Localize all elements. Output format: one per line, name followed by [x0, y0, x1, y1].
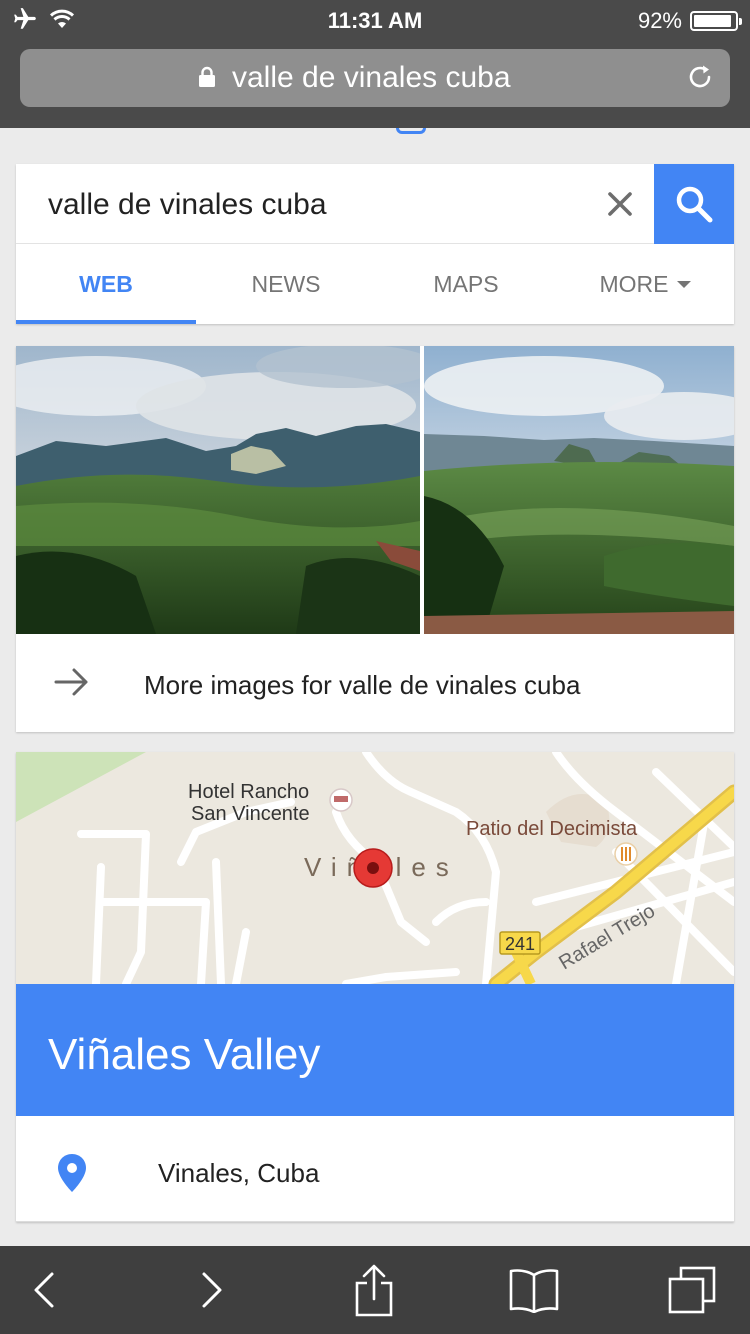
map-hotel-line1: Hotel Rancho: [188, 781, 309, 803]
share-button[interactable]: [334, 1246, 414, 1334]
address-bar[interactable]: valle de vinales cuba: [20, 49, 730, 107]
tabs-icon: [668, 1266, 716, 1314]
close-icon[interactable]: [602, 186, 638, 222]
tab-web-label: WEB: [79, 271, 133, 297]
images-card: More images for valle de vinales cuba: [16, 346, 734, 732]
map-restaurant-label: Patio del Decimista: [466, 818, 638, 840]
valley-image-1[interactable]: [16, 346, 420, 634]
back-button[interactable]: [4, 1246, 84, 1334]
search-card: valle de vinales cuba WEB NEWS MAPS MORE: [16, 164, 734, 324]
forward-button[interactable]: [172, 1246, 252, 1334]
map-hotel-line2: San Vincente: [191, 803, 310, 825]
tabs-button[interactable]: [652, 1246, 732, 1334]
search-box: valle de vinales cuba: [16, 164, 734, 244]
map-preview[interactable]: Hotel Rancho San Vincente Patio del Deci…: [16, 752, 734, 984]
knowledge-panel-header: Viñales Valley: [16, 984, 734, 1116]
tab-news[interactable]: NEWS: [196, 244, 376, 324]
url-text: valle de vinales cuba: [232, 61, 511, 94]
knowledge-panel-title: Viñales Valley: [48, 1030, 321, 1079]
share-icon: [355, 1264, 393, 1317]
location-row[interactable]: Vinales, Cuba: [16, 1116, 734, 1222]
more-images-link[interactable]: More images for valle de vinales cuba: [16, 634, 734, 732]
more-images-label: More images for valle de vinales cuba: [144, 670, 581, 700]
lock-icon: [198, 66, 216, 93]
tab-more[interactable]: MORE: [556, 244, 734, 324]
battery-percentage: 92%: [637, 8, 682, 33]
tab-more-label: MORE: [599, 271, 669, 297]
book-icon: [509, 1269, 559, 1313]
arrow-right-icon: [54, 666, 90, 703]
map-road-number: 241: [505, 934, 535, 954]
knowledge-panel: Hotel Rancho San Vincente Patio del Deci…: [16, 752, 734, 1222]
search-button[interactable]: [654, 164, 734, 244]
browser-toolbar: [0, 1246, 750, 1334]
location-text: Vinales, Cuba: [158, 1158, 320, 1188]
tab-maps-label: MAPS: [433, 271, 499, 297]
tab-maps[interactable]: MAPS: [376, 244, 556, 324]
tab-news-label: NEWS: [251, 271, 321, 297]
browser-chrome: 11:31 AM 92% valle de vinales cuba: [0, 0, 750, 128]
search-tabs: WEB NEWS MAPS MORE: [16, 244, 734, 324]
caret-down-icon: [676, 280, 691, 288]
search-icon: [676, 186, 713, 223]
battery-icon: [690, 11, 742, 31]
bookmarks-button[interactable]: [494, 1246, 574, 1334]
page-content: valle de vinales cuba WEB NEWS MAPS MORE: [0, 128, 750, 1246]
chevron-left-icon: [34, 1272, 54, 1308]
location-pin-icon: [56, 1152, 88, 1199]
search-input[interactable]: valle de vinales cuba: [48, 188, 327, 222]
valley-image-2[interactable]: [424, 346, 734, 634]
google-logo-peek: [396, 128, 426, 134]
tab-web[interactable]: WEB: [16, 244, 196, 324]
status-bar: 11:31 AM 92%: [0, 0, 750, 40]
chevron-right-icon: [202, 1272, 222, 1308]
reload-icon[interactable]: [684, 61, 716, 98]
